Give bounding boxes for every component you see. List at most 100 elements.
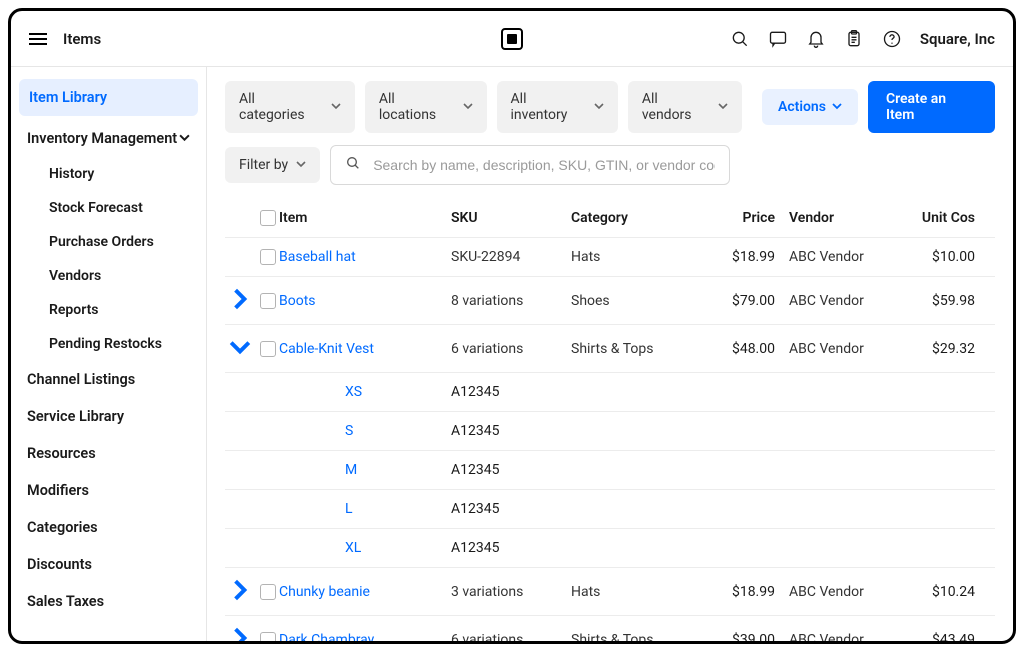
actions-button-label: Actions	[778, 99, 826, 115]
sidebar-subitem[interactable]: Stock Forecast	[11, 191, 206, 225]
item-vendor: ABC Vendor	[781, 249, 901, 265]
org-name[interactable]: Square, Inc	[920, 30, 995, 48]
sidebar-item[interactable]: Service Library	[11, 398, 206, 435]
chevron-down-icon	[718, 99, 728, 115]
item-sku: 3 variations	[451, 584, 571, 600]
filter-by-button[interactable]: Filter by	[225, 147, 320, 183]
square-logo-icon	[501, 28, 523, 50]
sidebar-item[interactable]: Inventory Management	[11, 120, 206, 157]
item-category: Shoes	[571, 293, 711, 309]
sidebar-item[interactable]: Channel Listings	[11, 361, 206, 398]
sidebar-item[interactable]: Resources	[11, 435, 206, 472]
chevron-right-icon[interactable]	[229, 288, 251, 313]
variation-sku: A12345	[451, 462, 571, 478]
page-title: Items	[63, 30, 101, 48]
row-checkbox[interactable]	[260, 632, 276, 642]
variation-row: LA12345	[225, 490, 995, 529]
item-unit-cost: $59.98	[901, 293, 981, 309]
chevron-right-icon[interactable]	[229, 579, 251, 604]
sidebar-subitem[interactable]: Pending Restocks	[11, 327, 206, 361]
sidebar-subitem[interactable]: Reports	[11, 293, 206, 327]
item-price: $39.00	[711, 632, 781, 642]
search-icon	[345, 155, 361, 175]
sidebar-item-label: Discounts	[27, 556, 92, 573]
variation-row: SA12345	[225, 412, 995, 451]
table-row: Chunky beanie3 variationsHats$18.99ABC V…	[225, 568, 995, 616]
row-checkbox[interactable]	[260, 293, 276, 309]
variation-name-link[interactable]: XS	[301, 384, 451, 400]
filter-vendors[interactable]: All vendors	[628, 81, 742, 133]
sidebar-item-label: Inventory Management	[27, 130, 177, 147]
chat-icon[interactable]	[768, 29, 788, 49]
chevron-down-icon	[331, 99, 341, 115]
th-sku[interactable]: SKU	[451, 210, 571, 226]
help-icon[interactable]	[882, 29, 902, 49]
item-unit-cost: $10.24	[901, 584, 981, 600]
item-name-link[interactable]: Baseball hat	[279, 249, 356, 265]
item-category: Hats	[571, 249, 711, 265]
sidebar-item[interactable]: Sales Taxes	[11, 583, 206, 620]
sidebar-subitem[interactable]: Purchase Orders	[11, 225, 206, 259]
filter-locations-label: All locations	[379, 91, 455, 123]
sidebar-item-label: Resources	[27, 445, 96, 462]
variation-sku: A12345	[451, 501, 571, 517]
sidebar-item[interactable]: Discounts	[11, 546, 206, 583]
table-row: Baseball hatSKU-22894Hats$18.99ABC Vendo…	[225, 238, 995, 277]
item-price: $18.99	[711, 584, 781, 600]
search-icon[interactable]	[730, 29, 750, 49]
create-item-button[interactable]: Create an Item	[868, 81, 995, 133]
filter-inventory-label: All inventory	[511, 91, 586, 123]
item-sku: SKU-22894	[451, 249, 571, 265]
sidebar-item[interactable]: Modifiers	[11, 472, 206, 509]
sidebar: Item LibraryInventory ManagementHistoryS…	[11, 67, 207, 641]
sidebar-item-label: Channel Listings	[27, 371, 135, 388]
items-table: + Item SKU Category Price Vendor Unit Co…	[225, 199, 995, 641]
row-checkbox[interactable]	[260, 584, 276, 600]
chevron-down-icon[interactable]	[229, 336, 251, 361]
chevron-down-icon	[832, 99, 842, 115]
variation-name-link[interactable]: S	[301, 423, 451, 439]
item-vendor: ABC Vendor	[781, 293, 901, 309]
row-checkbox[interactable]	[260, 341, 276, 357]
sidebar-subitem[interactable]: Vendors	[11, 259, 206, 293]
variation-name-link[interactable]: M	[301, 462, 451, 478]
bell-icon[interactable]	[806, 29, 826, 49]
th-price[interactable]: Price	[711, 210, 781, 226]
variation-name-link[interactable]: L	[301, 501, 451, 517]
th-category[interactable]: Category	[571, 210, 711, 226]
row-checkbox[interactable]	[260, 249, 276, 265]
select-all-checkbox[interactable]	[260, 210, 276, 226]
item-name-link[interactable]: Cable-Knit Vest	[279, 341, 374, 357]
sidebar-item[interactable]: Item Library	[19, 79, 198, 116]
filter-categories[interactable]: All categories	[225, 81, 355, 133]
main-content: All categories All locations All invento…	[207, 67, 1013, 641]
item-category: Shirts & Tops	[571, 341, 711, 357]
sidebar-item-label: Modifiers	[27, 482, 89, 499]
item-name-link[interactable]: Dark Chambray	[279, 632, 374, 642]
chevron-down-icon	[179, 132, 190, 146]
actions-button[interactable]: Actions	[762, 89, 858, 125]
th-item[interactable]: Item	[279, 210, 451, 226]
th-unit-cost[interactable]: Unit Cos	[901, 210, 981, 226]
variation-name-link[interactable]: XL	[301, 540, 451, 556]
chevron-down-icon	[594, 99, 604, 115]
sidebar-item-label: Item Library	[29, 89, 107, 106]
th-vendor[interactable]: Vendor	[781, 210, 901, 226]
sidebar-item[interactable]: Categories	[11, 509, 206, 546]
item-name-link[interactable]: Boots	[279, 293, 316, 309]
search-input[interactable]	[373, 157, 715, 173]
filter-vendors-label: All vendors	[642, 91, 710, 123]
variation-sku: A12345	[451, 423, 571, 439]
chevron-right-icon[interactable]	[229, 627, 251, 641]
clipboard-icon[interactable]	[844, 29, 864, 49]
item-name-link[interactable]: Chunky beanie	[279, 584, 370, 600]
variation-sku: A12345	[451, 384, 571, 400]
filter-locations[interactable]: All locations	[365, 81, 487, 133]
item-sku: 8 variations	[451, 293, 571, 309]
menu-icon[interactable]	[29, 33, 47, 45]
sidebar-item-label: Categories	[27, 519, 98, 536]
item-vendor: ABC Vendor	[781, 632, 901, 642]
sidebar-subitem[interactable]: History	[11, 157, 206, 191]
sidebar-item-label: Sales Taxes	[27, 593, 104, 610]
filter-inventory[interactable]: All inventory	[497, 81, 618, 133]
